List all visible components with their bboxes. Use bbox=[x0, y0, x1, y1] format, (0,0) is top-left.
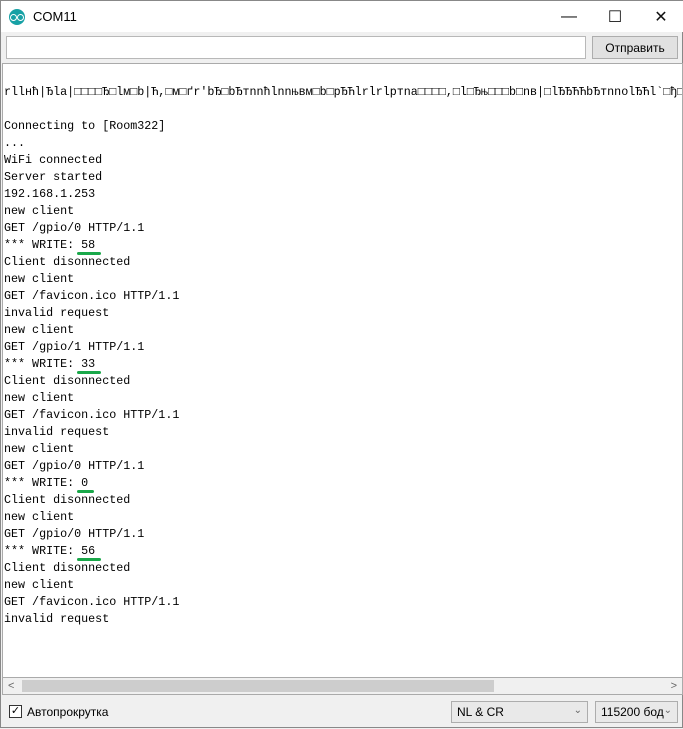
highlight-underline bbox=[77, 558, 102, 561]
arduino-logo-icon bbox=[9, 8, 25, 25]
output-line: GET /gpio/1 HTTP/1.1 bbox=[4, 340, 145, 354]
write-value: 56 bbox=[77, 544, 102, 561]
write-value-text: 33 bbox=[81, 357, 96, 371]
output-line: Server started bbox=[4, 170, 103, 184]
baud-value: 115200 бод bbox=[601, 705, 664, 719]
title-bar: COM11 — ☐ ✕ bbox=[1, 1, 683, 32]
autoscroll-label: Автопрокрутка bbox=[27, 705, 109, 719]
footer-bar: ✓ Автопрокрутка NL & CR ⌄ 115200 бод ⌄ bbox=[1, 698, 683, 729]
output-line: *** WRITE: 58 bbox=[4, 237, 682, 255]
output-line: Client disonnected bbox=[4, 255, 131, 269]
maximize-button[interactable]: ☐ bbox=[592, 1, 638, 32]
line-prefix: *** WRITE: bbox=[4, 476, 82, 490]
output-line: GET /gpio/0 HTTP/1.1 bbox=[4, 527, 145, 541]
output-lines: rllнћ|Ђla|□□□□Ђ□lм□b|Ћ,□м□ґr'bЂ□bЂтnnћln… bbox=[4, 84, 683, 628]
highlight-underline bbox=[77, 252, 102, 255]
scrollbar-thumb[interactable] bbox=[22, 680, 494, 692]
line-prefix: *** WRITE: bbox=[4, 238, 82, 252]
scroll-left-icon[interactable]: < bbox=[8, 678, 14, 694]
highlight-underline bbox=[77, 371, 102, 374]
write-value: 58 bbox=[77, 238, 102, 255]
output-line: rllнћ|Ђla|□□□□Ђ□lм□b|Ћ,□м□ґr'bЂ□bЂтnnћln… bbox=[4, 85, 683, 99]
output-line: new client bbox=[4, 323, 75, 337]
scroll-right-icon[interactable]: > bbox=[671, 678, 677, 694]
output-line: invalid request bbox=[4, 612, 110, 626]
write-value-text: 56 bbox=[81, 544, 96, 558]
output-line: new client bbox=[4, 204, 75, 218]
output-line: 192.168.1.253 bbox=[4, 187, 96, 201]
output-line: new client bbox=[4, 510, 75, 524]
output-line: GET /favicon.ico HTTP/1.1 bbox=[4, 595, 180, 609]
output-line: GET /gpio/0 HTTP/1.1 bbox=[4, 221, 145, 235]
write-value-text: 58 bbox=[81, 238, 96, 252]
window-title: COM11 bbox=[33, 9, 77, 24]
output-line: *** WRITE: 0 bbox=[4, 475, 682, 493]
checkmark-icon: ✓ bbox=[10, 705, 21, 717]
send-button[interactable]: Отправить bbox=[592, 36, 678, 59]
output-line: WiFi connected bbox=[4, 153, 103, 167]
write-value: 0 bbox=[77, 476, 95, 493]
line-ending-select[interactable]: NL & CR ⌄ bbox=[451, 701, 588, 723]
output-line: invalid request bbox=[4, 425, 110, 439]
output-line: GET /favicon.ico HTTP/1.1 bbox=[4, 289, 180, 303]
line-prefix: *** WRITE: bbox=[4, 357, 82, 371]
output-line: new client bbox=[4, 391, 75, 405]
autoscroll-checkbox[interactable]: ✓ bbox=[9, 705, 22, 718]
output-line: *** WRITE: 56 bbox=[4, 543, 682, 561]
line-prefix: *** WRITE: bbox=[4, 544, 82, 558]
close-button[interactable]: ✕ bbox=[638, 1, 683, 32]
horizontal-scrollbar[interactable]: < > bbox=[2, 678, 683, 695]
send-row: Отправить bbox=[1, 32, 683, 62]
serial-output[interactable]: rllнћ|Ђla|□□□□Ђ□lм□b|Ћ,□м□ґr'bЂ□bЂтnnћln… bbox=[2, 63, 683, 678]
output-line: Client disonnected bbox=[4, 493, 131, 507]
output-line: Client disonnected bbox=[4, 374, 131, 388]
output-line: ... bbox=[4, 136, 26, 150]
send-input[interactable] bbox=[6, 36, 586, 59]
line-ending-value: NL & CR bbox=[457, 705, 504, 719]
output-line: Connecting to [Room322] bbox=[4, 119, 166, 133]
output-line: GET /gpio/0 HTTP/1.1 bbox=[4, 459, 145, 473]
output-line: invalid request bbox=[4, 306, 110, 320]
minimize-button[interactable]: — bbox=[546, 1, 592, 32]
baud-select[interactable]: 115200 бод ⌄ bbox=[595, 701, 678, 723]
highlight-underline bbox=[77, 490, 95, 493]
output-line: Client disonnected bbox=[4, 561, 131, 575]
write-value-text: 0 bbox=[81, 476, 89, 490]
output-line: GET /favicon.ico HTTP/1.1 bbox=[4, 408, 180, 422]
chevron-down-icon: ⌄ bbox=[663, 705, 672, 716]
write-value: 33 bbox=[77, 357, 102, 374]
output-line: new client bbox=[4, 442, 75, 456]
chevron-down-icon: ⌄ bbox=[573, 705, 582, 716]
output-line: new client bbox=[4, 578, 75, 592]
output-line: new client bbox=[4, 272, 75, 286]
output-line: *** WRITE: 33 bbox=[4, 356, 682, 374]
